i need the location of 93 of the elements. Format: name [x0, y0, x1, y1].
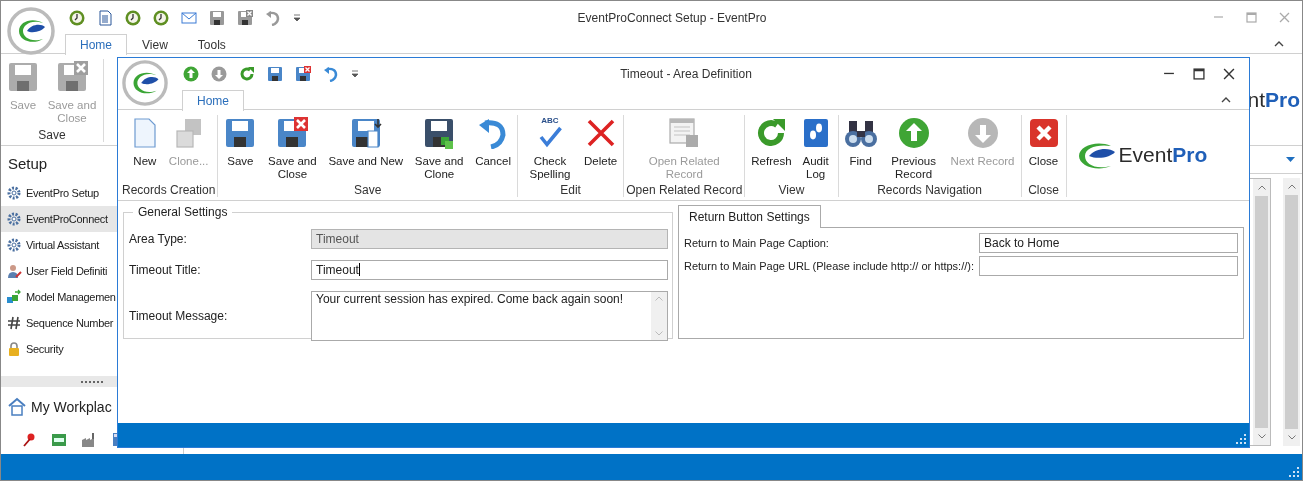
ribbon-button[interactable]: Refresh	[747, 115, 796, 170]
app-logo	[122, 60, 168, 106]
chevron-up-icon[interactable]	[1257, 185, 1266, 190]
workplace-title: My Workplac	[31, 399, 112, 415]
group-label: Open Related Record	[626, 183, 743, 197]
dropdown-arrow-icon[interactable]	[351, 69, 359, 78]
text-field[interactable]: Timeout	[311, 260, 668, 280]
ribbon-button[interactable]: Delete	[580, 115, 622, 170]
ribbon-button[interactable]: New	[124, 115, 165, 170]
arrow-down-circle-icon	[966, 117, 999, 149]
hash-icon	[6, 315, 22, 331]
chevron-up-icon[interactable]	[1287, 184, 1296, 189]
ribbon-button[interactable]: Save and Clone	[407, 115, 472, 183]
ribbon-tab[interactable]: Home	[182, 90, 244, 111]
sidebar-item[interactable]: Security	[1, 336, 183, 362]
undo-icon[interactable]	[323, 65, 339, 82]
lock-icon	[6, 341, 22, 357]
arrow-up-circle-icon	[897, 117, 930, 149]
sidebar-title: Setup	[7, 154, 48, 174]
ribbon-button[interactable]: ABC Check Spelling	[520, 115, 580, 183]
collapse-icon[interactable]	[1221, 95, 1231, 104]
close-icon	[1027, 117, 1060, 149]
app-logo	[7, 7, 55, 55]
floppy-disk-x-icon[interactable]	[237, 9, 253, 26]
scrollbar[interactable]	[1253, 179, 1270, 445]
icon-caption: ABC	[541, 117, 559, 125]
field-label: Timeout Title:	[129, 263, 202, 277]
card-icon[interactable]	[51, 432, 67, 448]
arrow-down-circle-icon[interactable]	[211, 65, 227, 82]
refresh-icon	[755, 117, 788, 149]
ribbon-button[interactable]: Find	[840, 115, 881, 170]
group-label: Close	[1027, 183, 1060, 197]
clock-icon[interactable]	[125, 9, 141, 26]
group-label: Save	[37, 128, 67, 142]
chevron-down-icon[interactable]	[1287, 435, 1296, 440]
document-icon[interactable]	[97, 9, 113, 26]
field-label: Timeout Message:	[129, 309, 229, 323]
clock-icon[interactable]	[69, 9, 85, 26]
collapse-icon[interactable]	[1274, 40, 1284, 48]
window-cube-icon	[668, 117, 701, 149]
ribbon-tab[interactable]: View	[127, 34, 183, 54]
grip-dots-icon	[80, 380, 104, 383]
pushpin-icon[interactable]	[21, 432, 37, 448]
floppy-disk-x-icon[interactable]	[295, 65, 311, 82]
chevron-down-icon[interactable]	[1257, 434, 1266, 439]
person-pencil-icon	[6, 263, 22, 279]
gears-icon	[6, 237, 22, 253]
ribbon-tab[interactable]: Tools	[182, 34, 241, 54]
field-label: Return to Main Page Caption:	[684, 237, 830, 249]
floppy-disk-page-icon	[349, 117, 382, 149]
ribbon-button[interactable]: Cancel	[471, 115, 515, 170]
scrollbar[interactable]	[1283, 178, 1300, 446]
logo-text: EventPro	[1118, 143, 1208, 167]
field-label: Return to Main Page URL (Please include http:// or https://):	[684, 260, 975, 272]
checkmark-icon	[538, 125, 562, 149]
boxes-arrow-icon	[6, 289, 22, 305]
factory-icon[interactable]	[81, 432, 97, 448]
ribbon-button[interactable]: Close	[1023, 115, 1064, 170]
ribbon-button[interactable]: Audit Log	[795, 115, 836, 183]
gears-icon	[6, 185, 22, 201]
undo-icon[interactable]	[265, 9, 281, 26]
floppy-disk-x-icon	[276, 117, 309, 149]
maximize-icon[interactable]	[1193, 67, 1205, 80]
ribbon-button[interactable]: Save and New	[324, 115, 408, 170]
group-label: Records Navigation	[876, 183, 983, 197]
group-label: View	[777, 183, 806, 197]
sidebar-item[interactable]: Model Managemen	[1, 284, 183, 310]
settings-tab[interactable]: Return Button Settings	[678, 205, 821, 228]
group-label: Records Creation	[122, 183, 216, 197]
group-label: Edit	[559, 183, 582, 197]
window-title: EventProConnect Setup - EventPro	[576, 10, 768, 25]
resize-grip-icon[interactable]	[1289, 467, 1299, 477]
text-field[interactable]	[979, 256, 1238, 276]
floppy-disk-cubes-icon	[423, 117, 456, 149]
text-field[interactable]: Back to Home	[979, 233, 1238, 253]
house-icon	[7, 397, 27, 417]
gears-icon	[6, 211, 22, 227]
field-label: Area Type:	[129, 232, 188, 246]
dropdown-arrow-icon[interactable]	[1286, 156, 1295, 163]
ribbon-tab[interactable]: Home	[65, 34, 127, 55]
clock-icon[interactable]	[153, 9, 169, 26]
ribbon-button[interactable]: Save	[220, 115, 261, 170]
ribbon-button[interactable]: Previous Record	[880, 115, 947, 183]
resize-grip-icon[interactable]	[1236, 434, 1246, 444]
group-label: Save	[353, 183, 383, 197]
dropdown-arrow-icon[interactable]	[293, 13, 301, 22]
arrow-up-circle-icon[interactable]	[183, 65, 199, 82]
floppy-disk-x-icon	[56, 61, 88, 93]
close-icon[interactable]	[1223, 67, 1235, 80]
ribbon-button[interactable]: Save and Close	[260, 115, 325, 183]
envelope-icon[interactable]	[181, 9, 197, 26]
refresh-icon[interactable]	[239, 65, 255, 82]
window-title: Timeout - Area Definition	[619, 66, 753, 81]
